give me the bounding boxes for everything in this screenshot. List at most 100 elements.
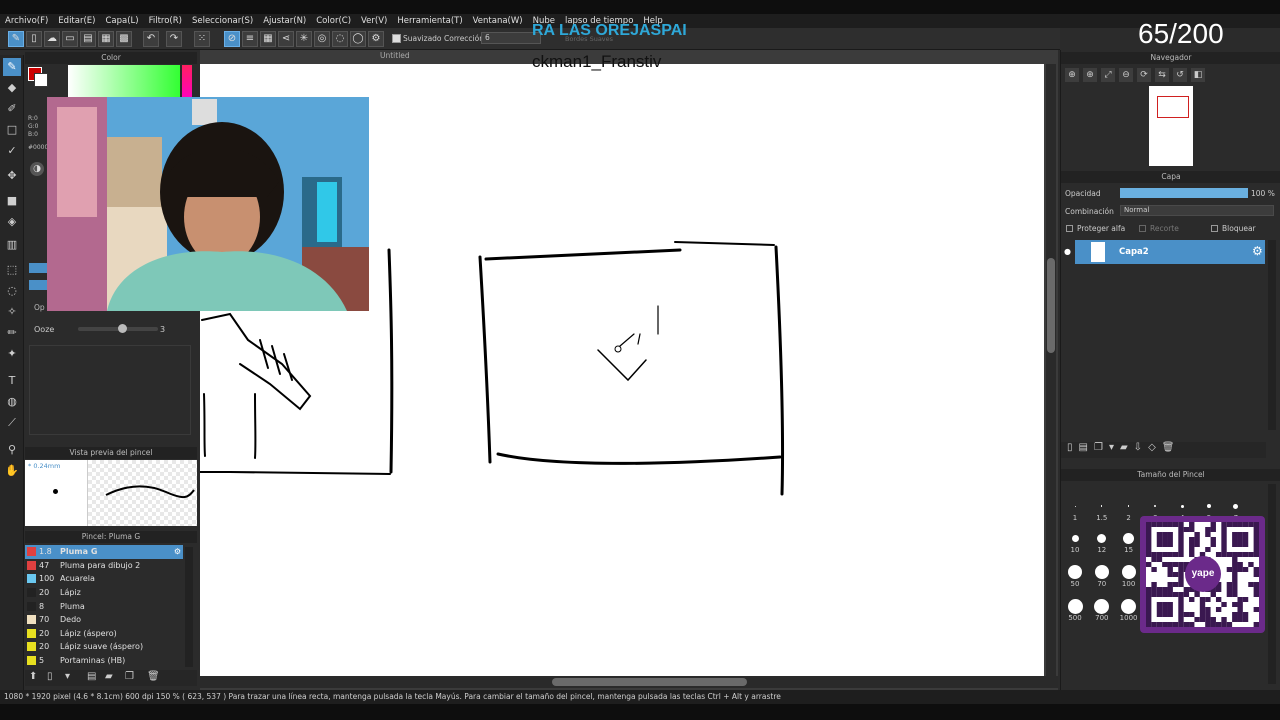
flip-icon[interactable]: ⇆ [1155,68,1169,82]
color-field[interactable] [68,65,180,99]
page-icon[interactable]: ▤ [80,31,96,47]
brush-list-item[interactable]: 20 Lápiz [25,586,183,600]
zoom-in-2-icon[interactable]: ⊕ [1083,68,1097,82]
cloud-icon[interactable]: ☁ [44,31,60,47]
fill-tool-icon[interactable]: ◈ [3,213,21,231]
rotate-icon[interactable]: ⟳ [1137,68,1151,82]
brush-size-preset[interactable]: 10 [1062,524,1088,558]
canvas-vscroll-thumb[interactable] [1047,258,1055,353]
ooze-slider[interactable] [78,324,158,333]
brush-size-preset[interactable]: 12 [1089,524,1115,558]
magic-wand-icon[interactable]: ✧ [3,303,21,321]
snap-off-icon[interactable]: ⊘ [224,31,240,47]
brush-size-preset[interactable]: 100 [1116,558,1142,592]
menu-ver[interactable]: Ver(V) [361,16,387,26]
brush-size-preset[interactable]: 1000 [1116,592,1142,626]
new-brush-icon[interactable]: ▯ [47,671,53,682]
suavizado-checkbox[interactable] [392,34,401,43]
snap-perspective-icon[interactable]: ⋖ [278,31,294,47]
brush-list-item[interactable]: 47 Pluma para dibujo 2 [25,559,183,573]
layer-menu-icon[interactable]: ▾ [1109,442,1114,458]
layer-visibility-icon[interactable]: ● [1064,240,1074,264]
brush-size-preset[interactable]: 1 [1062,492,1088,526]
balloon-tool-icon[interactable]: ◍ [3,393,21,411]
save-icon[interactable]: ▭ [62,31,78,47]
brush-tool-icon[interactable]: ✓ [3,142,21,160]
snap-radial-icon[interactable]: ✳ [296,31,312,47]
deselect-icon[interactable]: ⁙ [194,31,210,47]
brush-size-preset[interactable]: 70 [1089,558,1115,592]
layer-scrollbar[interactable] [1268,240,1276,430]
brush-list-scrollbar[interactable] [185,547,193,667]
pages-icon[interactable]: ▦ [98,31,114,47]
canvas-vscroll[interactable] [1046,64,1056,676]
brush-duplicate-icon[interactable]: ❐ [125,671,134,682]
new-layer-icon[interactable]: ▯ [1067,442,1073,458]
menu-archivo[interactable]: Archivo(F) [5,16,48,26]
snap-circle-icon[interactable]: ◎ [314,31,330,47]
zoom-out-icon[interactable]: ⊖ [1119,68,1133,82]
layer-folder-icon[interactable]: ▰ [1120,442,1128,458]
brush-size-preset[interactable]: 500 [1062,592,1088,626]
document-tab[interactable]: Untitled [380,51,410,60]
blur-tool-icon[interactable]: ✐ [3,100,21,118]
brush-upload-icon[interactable]: ⬆ [29,671,37,682]
brush-list-item[interactable]: 20 Lápiz (áspero) [25,627,183,641]
grid-icon[interactable]: ▩ [116,31,132,47]
menu-editar[interactable]: Editar(E) [58,16,95,26]
brush-list-item[interactable]: 8 Pluma [25,599,183,613]
undo-icon[interactable]: ↶ [143,31,159,47]
secondary-color-swatch[interactable] [34,73,48,87]
move-tool-icon[interactable]: ✥ [3,167,21,185]
brush-folder-icon[interactable]: ▰ [105,671,113,682]
merge-layer-icon[interactable]: ⇩ [1134,442,1142,458]
menu-ventana[interactable]: Ventana(W) [473,16,523,26]
brush-size-preset[interactable]: 50 [1062,558,1088,592]
mirror-icon[interactable]: ◧ [1191,68,1205,82]
select-eraser-icon[interactable]: ✦ [3,345,21,363]
shape-tool-icon[interactable]: □ [3,121,21,139]
hand-tool-icon[interactable]: ✋ [3,462,21,480]
blend-select[interactable]: Normal [1120,205,1274,216]
brush-list-item[interactable]: 100 Acuarela [25,572,183,586]
palette-swatch-1[interactable] [29,263,47,273]
canvas-hscroll-thumb[interactable] [552,678,747,686]
eraser-tool-icon[interactable]: ◆ [3,79,21,97]
brush-copy-icon[interactable]: ▤ [87,671,96,682]
new-file-icon[interactable]: ▯ [26,31,42,47]
brush-size-scrollbar[interactable] [1268,484,1276,684]
menu-herramienta[interactable]: Herramienta(T) [397,16,462,26]
hue-slider[interactable] [182,65,192,99]
lock-checkbox[interactable] [1211,225,1218,232]
eyedropper-icon[interactable]: ⚲ [3,441,21,459]
ooze-slider-knob[interactable] [118,324,127,333]
new-vector-layer-icon[interactable]: ▤ [1079,442,1088,458]
menu-color[interactable]: Color(C) [316,16,351,26]
select-pen-icon[interactable]: ✏ [3,324,21,342]
snap-settings-icon[interactable]: ⚙ [368,31,384,47]
snap-grid-icon[interactable]: ▦ [260,31,276,47]
snap-curve-icon[interactable]: ◌ [332,31,348,47]
layer-row-capa2[interactable]: Capa2 ⚙ [1075,240,1265,264]
lasso-icon[interactable]: ◌ [3,282,21,300]
color-wheel-icon[interactable]: ◑ [30,162,44,176]
fit-icon[interactable]: ⤢ [1101,68,1115,82]
gradient-tool-icon[interactable]: ▥ [3,236,21,254]
brush-size-preset[interactable]: 1.5 [1089,492,1115,526]
menu-capa[interactable]: Capa(L) [105,16,138,26]
brush-size-preset[interactable]: 700 [1089,592,1115,626]
brush-size-preset[interactable]: 15 [1116,524,1142,558]
text-tool-icon[interactable]: T [3,372,21,390]
brush-settings-icon[interactable]: ⚙ [174,547,181,556]
snap-ellipse-icon[interactable]: ◯ [350,31,366,47]
reset-view-icon[interactable]: ↺ [1173,68,1187,82]
delete-layer-icon[interactable]: 🗑 [1162,442,1175,458]
menu-filtro[interactable]: Filtro(R) [149,16,182,26]
pen-tool-icon[interactable]: ✎ [3,58,21,76]
navigator-thumbnail[interactable] [1149,86,1193,166]
menu-seleccionar[interactable]: Seleccionar(S) [192,16,253,26]
brush-menu-icon[interactable]: ▾ [65,671,70,682]
redo-icon[interactable]: ↷ [166,31,182,47]
opacity-slider[interactable] [1120,188,1248,198]
brush-list-item[interactable]: 1.8 Pluma G ⚙ [25,545,183,559]
